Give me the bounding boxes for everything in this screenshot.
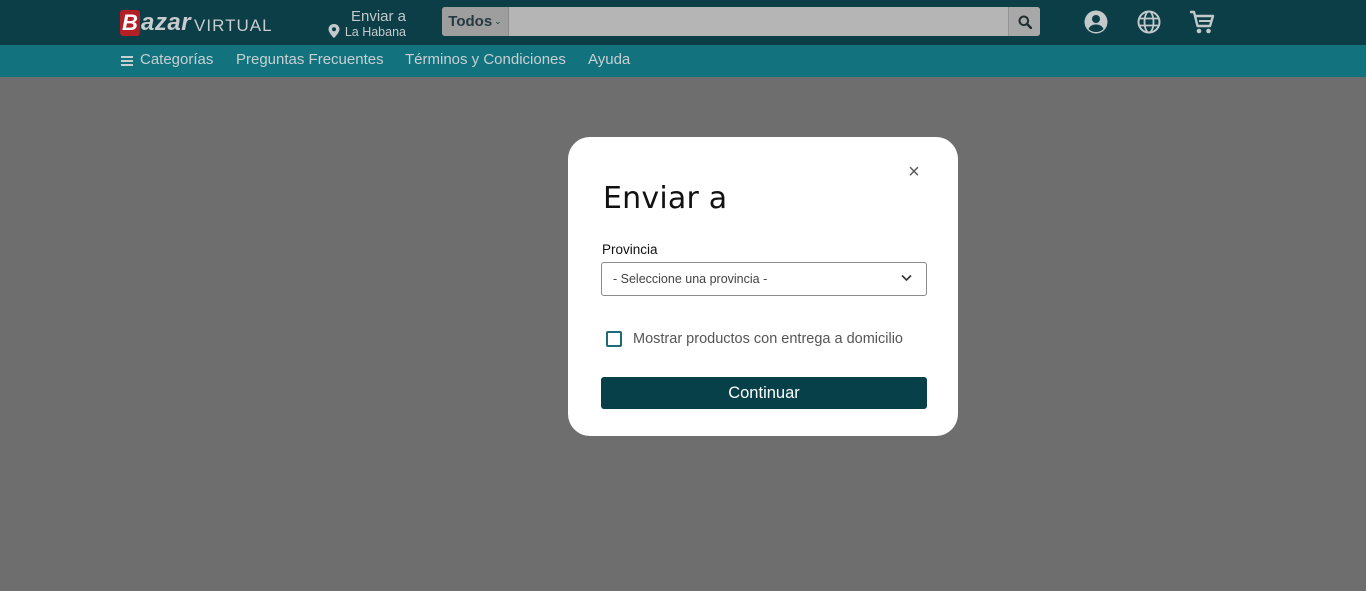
deliver-to-selector[interactable]: Enviar a La Habana [328, 8, 408, 40]
deliver-title: Enviar a [350, 8, 406, 25]
home-delivery-label: Mostrar productos con entrega a domicili… [633, 331, 903, 347]
deliver-to-modal: × Enviar a Provincia - Seleccione una pr… [568, 137, 958, 436]
category-nav: Categorías Preguntas Frecuentes Términos… [0, 45, 1366, 77]
search-category-label: Todos [448, 13, 493, 30]
logo-letter: B [120, 10, 140, 36]
logo-sub-text: VIRTUAL [194, 15, 273, 35]
province-select-value: - Seleccione una provincia - [613, 272, 768, 286]
search-input[interactable] [509, 7, 1008, 36]
home-delivery-option[interactable]: Mostrar productos con entrega a domicili… [606, 331, 903, 347]
chevron-down-icon: ⌄ [494, 16, 502, 26]
hamburger-icon[interactable] [121, 56, 133, 66]
logo-main-text: azar [141, 9, 192, 36]
nav-item-ayuda[interactable]: Ayuda [588, 51, 630, 68]
home-delivery-checkbox[interactable] [606, 331, 622, 347]
top-header: B azar VIRTUAL Enviar a La Habana Todos … [0, 0, 1366, 45]
account-icon[interactable] [1084, 10, 1108, 34]
chevron-down-icon [901, 274, 912, 282]
search-button[interactable] [1008, 7, 1040, 36]
globe-icon[interactable] [1137, 10, 1161, 34]
deliver-location: La Habana [344, 25, 406, 39]
close-icon[interactable]: × [906, 162, 922, 182]
search-icon [1018, 15, 1032, 29]
continue-button-label: Continuar [728, 383, 800, 402]
continue-button[interactable]: Continuar [601, 377, 927, 409]
bazar-virtual-logo[interactable]: B azar VIRTUAL [120, 9, 273, 37]
nav-item-terminos[interactable]: Términos y Condiciones [405, 51, 566, 68]
map-pin-icon [328, 24, 340, 38]
search-category-dropdown[interactable]: Todos ⌄ [442, 7, 509, 36]
nav-item-preguntas-frecuentes[interactable]: Preguntas Frecuentes [236, 51, 384, 68]
search-bar: Todos ⌄ [442, 7, 1040, 36]
cart-icon[interactable] [1189, 10, 1215, 36]
nav-item-categorias[interactable]: Categorías [140, 51, 213, 68]
province-select[interactable]: - Seleccione una provincia - [601, 262, 927, 296]
modal-title: Enviar a [603, 181, 728, 216]
province-label: Provincia [602, 242, 658, 257]
